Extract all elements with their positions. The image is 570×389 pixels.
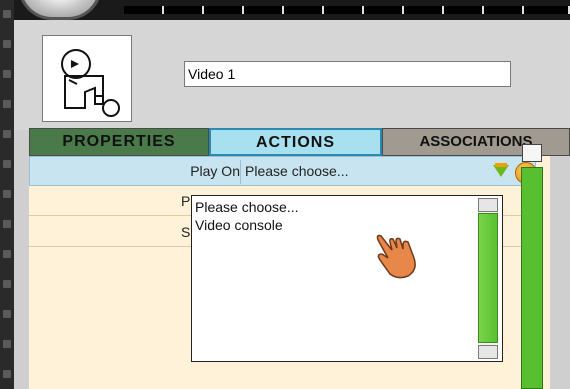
play-on-label: Play On <box>190 163 240 179</box>
video-camera-icon <box>61 49 120 117</box>
right-checkbox[interactable] <box>522 144 542 162</box>
tab-properties[interactable]: PROPERTIES <box>29 128 209 156</box>
dropdown-scrollbar[interactable] <box>478 198 498 359</box>
panel-scrollbar[interactable] <box>521 167 543 389</box>
play-on-select-value[interactable]: Please choose... <box>245 163 349 179</box>
panel-tabs: PROPERTIES ACTIONS ASSOCIATIONS <box>29 128 570 156</box>
object-thumbnail <box>42 35 132 122</box>
object-header: Video 1 <box>14 20 570 130</box>
scroll-up-icon[interactable] <box>478 198 498 212</box>
dropdown-arrow-icon[interactable] <box>493 163 509 177</box>
dropdown-option[interactable]: Video console <box>195 217 283 233</box>
tab-actions[interactable]: ACTIONS <box>209 128 382 156</box>
hand-pointer-icon <box>376 234 416 279</box>
play-on-dropdown-list[interactable]: Please choose... Video console <box>191 195 503 362</box>
play-on-row[interactable]: Play On Please choose... <box>29 156 537 186</box>
scroll-down-icon[interactable] <box>478 345 498 359</box>
dropdown-option[interactable]: Please choose... <box>195 199 299 215</box>
filmstrip-edge <box>0 0 14 389</box>
action-row-label: P <box>181 193 191 209</box>
dropdown-scroll-thumb[interactable] <box>478 213 498 343</box>
row-divider <box>240 160 241 184</box>
object-name-field[interactable]: Video 1 <box>184 61 511 87</box>
action-row-label: S <box>181 224 191 240</box>
